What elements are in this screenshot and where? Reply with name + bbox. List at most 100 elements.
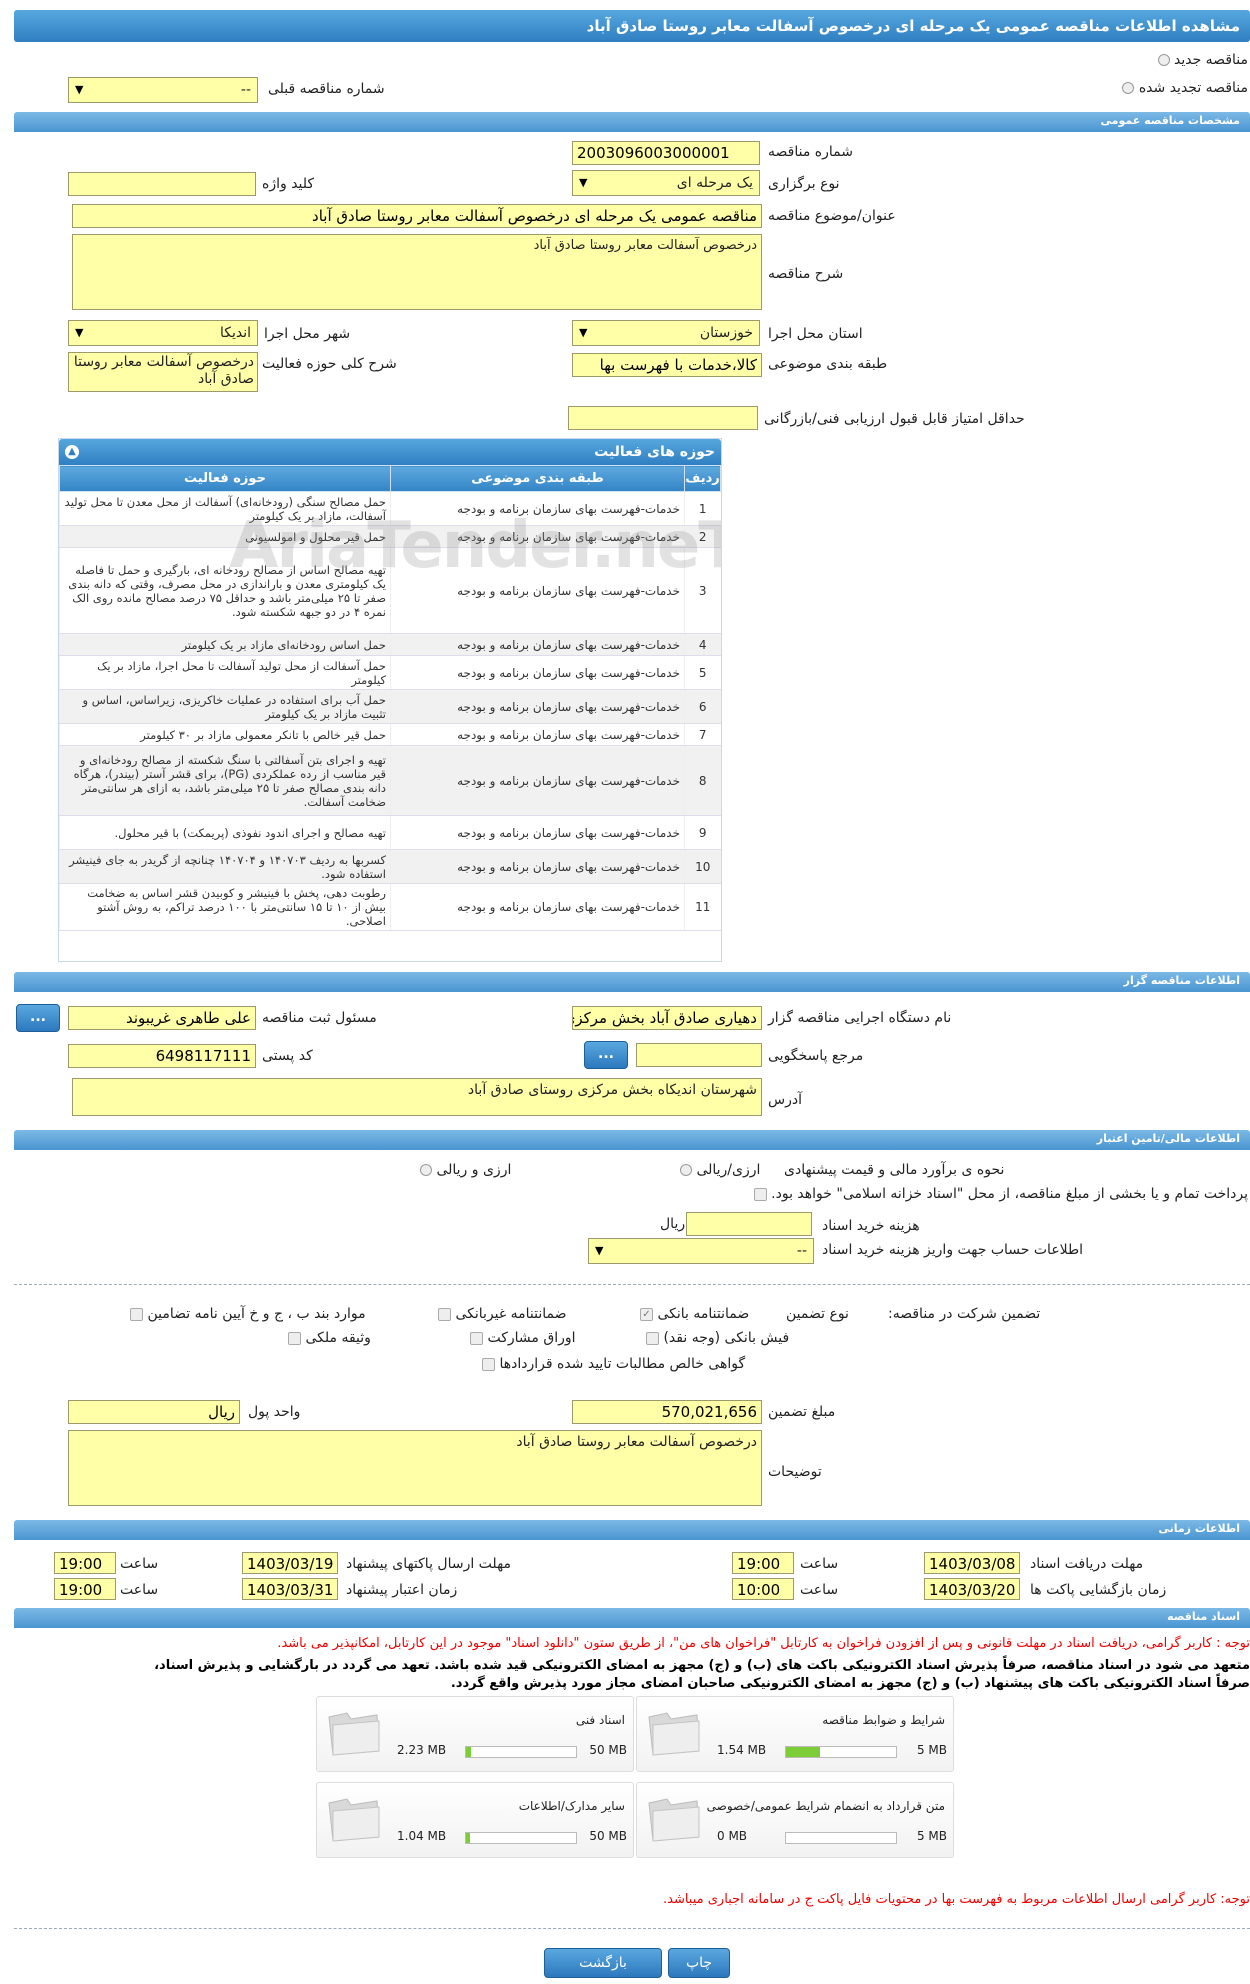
validity-time-label: ساعت: [120, 1582, 159, 1598]
row-number: 5: [684, 655, 721, 690]
reference-lookup-button[interactable]: ...: [584, 1041, 628, 1069]
doc-fee-field[interactable]: [686, 1212, 812, 1236]
doc-receive-time[interactable]: 19:00: [732, 1552, 794, 1574]
doc-receive-date[interactable]: 1403/03/08: [924, 1552, 1020, 1574]
postal-code-field[interactable]: 6498117111: [68, 1044, 256, 1068]
row-number: 2: [684, 525, 721, 548]
guarantee-label: تضمین شرکت در مناقصه:: [888, 1306, 1041, 1322]
back-button[interactable]: بازگشت: [544, 1948, 662, 1978]
subject-label: عنوان/موضوع مناقصه: [768, 208, 896, 224]
org-name-label: نام دستگاه اجرایی مناقصه گزار: [768, 1010, 952, 1026]
address-field[interactable]: شهرستان اندیکاه بخش مرکزی روستای صادق آب…: [72, 1078, 762, 1116]
validity-date[interactable]: 1403/03/31: [242, 1578, 338, 1600]
radio-new-circle[interactable]: [1157, 54, 1170, 66]
amount-field[interactable]: 570,021,656: [572, 1400, 762, 1424]
open-label: زمان بازگشایی پاکت ها: [1030, 1582, 1167, 1598]
notes-field[interactable]: درخصوص آسفالت معابر روستا صادق آباد: [68, 1430, 762, 1506]
reference-field[interactable]: [636, 1043, 762, 1067]
print-button[interactable]: چاپ: [668, 1948, 730, 1978]
estimate-option-2[interactable]: ارزی و ریالی: [420, 1162, 511, 1178]
file-usage-fill: [466, 1747, 471, 1757]
row-scope: تهیه و اجرای بتن آسفالتی با سنگ شکسته از…: [59, 745, 391, 816]
org-name-field[interactable]: دهیاری صادق آباد بخش مرکزی: [572, 1006, 762, 1030]
g-bonds[interactable]: اوراق مشارکت: [470, 1330, 576, 1346]
activities-table: ردیف طبقه بندی موضوعی حوزه فعالیت 1 خدمات…: [59, 465, 721, 931]
g-bonds-check[interactable]: [470, 1331, 483, 1345]
payment-check[interactable]: [753, 1187, 767, 1201]
open-date[interactable]: 1403/03/20: [924, 1578, 1020, 1600]
divider: [14, 1928, 1250, 1929]
page-title: مشاهده اطلاعات مناقصه عمومی یک مرحله ای …: [14, 10, 1250, 42]
file-name: اسناد فنی: [575, 1713, 625, 1727]
open-time[interactable]: 10:00: [732, 1578, 794, 1600]
payment-checkbox[interactable]: پرداخت تمام و یا بخشی از مبلغ مناقصه، از…: [753, 1186, 1248, 1202]
account-select[interactable]: -- ▼: [588, 1238, 814, 1264]
file-used-size: 0 MB: [717, 1829, 748, 1843]
estimate-option-1-radio[interactable]: [680, 1164, 692, 1176]
g-items-check[interactable]: [130, 1307, 143, 1321]
document-file-box[interactable]: سایر مدارک/اطلاعات 50 MB 1.04 MB: [316, 1782, 634, 1858]
radio-renewed-circle[interactable]: [1122, 82, 1135, 94]
radio-new-tender[interactable]: مناقصه جدید: [1157, 52, 1248, 68]
collapse-icon[interactable]: ▲: [65, 445, 79, 459]
tender-type-select[interactable]: یک مرحله ای ▼: [572, 170, 760, 196]
prev-tender-select[interactable]: -- ▼: [68, 77, 258, 103]
category-label: طبقه بندی موضوعی: [768, 356, 888, 372]
document-file-box[interactable]: اسناد فنی 50 MB 2.23 MB: [316, 1696, 634, 1772]
responsible-field[interactable]: علی طاهری غریبوند: [68, 1006, 256, 1030]
g-bank-check[interactable]: ✓: [640, 1307, 653, 1321]
table-row: 11 خدمات-فهرست بهای سازمان برنامه و بودجه…: [59, 883, 721, 931]
document-file-box[interactable]: شرایط و ضوابط مناقصه 5 MB 1.54 MB: [636, 1696, 954, 1772]
description-field[interactable]: درخصوص آسفالت معابر روستا صادق آباد: [72, 234, 762, 310]
doc-receive-time-label: ساعت: [800, 1556, 839, 1572]
responsible-lookup-button[interactable]: ...: [16, 1004, 60, 1032]
keyword-field[interactable]: [68, 172, 256, 196]
estimate-option-1-label: ارزی/ریالی: [696, 1162, 761, 1178]
row-scope: کسربها به ردیف ۱۴۰۷۰۳ و ۱۴۰۷۰۴ چنانچه از…: [59, 849, 391, 884]
estimate-option-1[interactable]: ارزی/ریالی: [680, 1162, 760, 1178]
submit-date[interactable]: 1403/03/19: [242, 1552, 338, 1574]
address-label: آدرس: [768, 1092, 802, 1108]
subject-field[interactable]: مناقصه عمومی یک مرحله ای درخصوص آسفالت م…: [72, 204, 762, 228]
submit-time[interactable]: 19:00: [54, 1552, 116, 1574]
guarantee-type-label: نوع تضمین: [786, 1306, 849, 1322]
estimate-option-2-radio[interactable]: [420, 1164, 432, 1176]
table-row: 4 خدمات-فهرست بهای سازمان برنامه و بودجه ح…: [59, 633, 721, 656]
row-category: خدمات-فهرست بهای سازمان برنامه و بودجه: [390, 723, 685, 746]
g-nonbank[interactable]: ضمانتنامه غیربانکی: [438, 1306, 567, 1322]
row-number: 6: [684, 689, 721, 724]
g-property-label: وثیقه ملکی: [305, 1330, 371, 1346]
scope-field[interactable]: درخصوص آسفالت معابر روستا صادق آباد: [68, 352, 258, 392]
currency-field[interactable]: ریال: [68, 1400, 240, 1424]
city-select[interactable]: اندیکا ▼: [68, 320, 258, 346]
file-usage-bar: [785, 1746, 897, 1758]
g-property-check[interactable]: [288, 1331, 301, 1345]
table-row: 9 خدمات-فهرست بهای سازمان برنامه و بودجه ت…: [59, 815, 721, 850]
g-cheque-check[interactable]: [646, 1331, 659, 1345]
row-category: خدمات-فهرست بهای سازمان برنامه و بودجه: [390, 689, 685, 724]
province-select[interactable]: خوزستان ▼: [572, 320, 760, 346]
document-file-box[interactable]: متن قرارداد به انضمام شرایط عمومی/خصوصی 5…: [636, 1782, 954, 1858]
validity-time[interactable]: 19:00: [54, 1578, 116, 1600]
tender-number-field[interactable]: 2003096003000001: [572, 141, 760, 165]
min-score-field[interactable]: [568, 406, 758, 430]
description-label: شرح مناقصه: [768, 266, 844, 282]
file-max-size: 5 MB: [916, 1743, 947, 1757]
g-property[interactable]: وثیقه ملکی: [288, 1330, 371, 1346]
file-usage-bar: [785, 1832, 897, 1844]
file-used-size: 2.23 MB: [397, 1743, 447, 1757]
activities-panel-header: حوزه های فعالیت ▲: [59, 439, 721, 465]
g-claims[interactable]: گواهی خالص مطالبات تایید شده قراردادها: [482, 1356, 745, 1372]
row-number: 9: [684, 815, 721, 850]
notes-label: توضیحات: [768, 1464, 822, 1480]
g-bank[interactable]: ضمانتنامه بانکی ✓: [640, 1306, 749, 1322]
radio-renewed-tender[interactable]: مناقصه تجدید شده: [1122, 80, 1248, 96]
g-items[interactable]: موارد بند ب ، ج و خ آیین نامه تضامین: [130, 1306, 366, 1322]
category-field[interactable]: کالا،خدمات با فهرست بها: [572, 353, 762, 377]
g-nonbank-check[interactable]: [438, 1307, 451, 1321]
chevron-down-icon: ▼: [579, 326, 588, 339]
submit-time-label: ساعت: [120, 1556, 159, 1572]
g-claims-check[interactable]: [482, 1357, 495, 1371]
g-cheque[interactable]: فیش بانکی (وجه نقد): [646, 1330, 789, 1346]
table-row: 10 خدمات-فهرست بهای سازمان برنامه و بودجه…: [59, 849, 721, 884]
